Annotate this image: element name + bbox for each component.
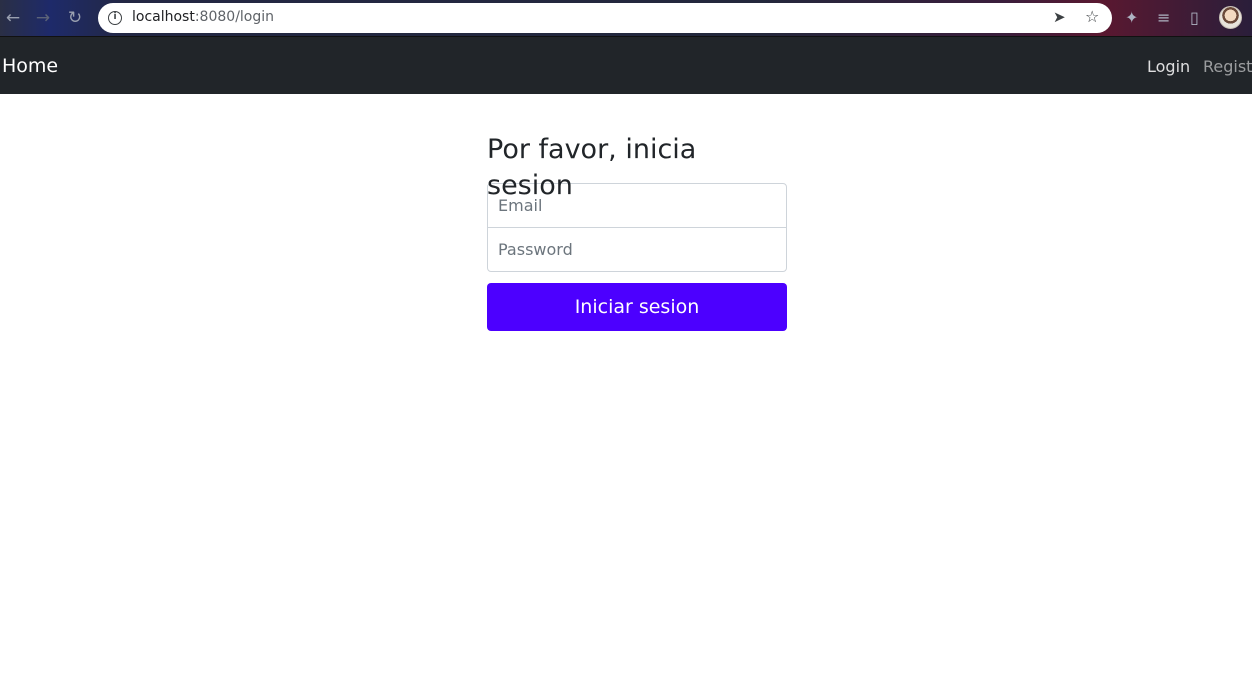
site-info-icon[interactable]: i xyxy=(108,11,122,25)
url-path: :8080/login xyxy=(194,9,275,25)
app-navbar: Home Login Register xyxy=(0,37,1252,94)
form-title: Por favor, inicia sesion xyxy=(487,134,697,201)
forward-icon[interactable]: → xyxy=(32,7,54,29)
bookmark-star-icon[interactable]: ☆ xyxy=(1085,7,1099,26)
media-control-icon[interactable]: ≡ xyxy=(1157,8,1170,28)
login-link[interactable]: Login xyxy=(1147,57,1190,76)
extensions-icon[interactable]: ✦ xyxy=(1125,8,1138,28)
profile-avatar[interactable] xyxy=(1219,6,1242,29)
register-link[interactable]: Register xyxy=(1203,57,1252,76)
password-field[interactable] xyxy=(487,227,787,272)
home-link[interactable]: Home xyxy=(2,55,58,77)
side-panel-icon[interactable]: ▯ xyxy=(1190,8,1199,28)
address-bar[interactable]: i localhost:8080/login ➤ ☆ xyxy=(98,3,1112,33)
browser-toolbar: ← → ↻ i localhost:8080/login ➤ ☆ ✦ ≡ ▯ xyxy=(0,0,1252,37)
reload-icon[interactable]: ↻ xyxy=(64,7,86,29)
url-text[interactable]: localhost:8080/login xyxy=(132,9,274,25)
back-icon[interactable]: ← xyxy=(2,7,24,29)
login-form: Por favor, inicia sesion Iniciar sesion xyxy=(487,132,787,331)
send-icon[interactable]: ➤ xyxy=(1053,8,1066,26)
url-host: localhost xyxy=(132,9,195,25)
login-submit-button[interactable]: Iniciar sesion xyxy=(487,283,787,331)
